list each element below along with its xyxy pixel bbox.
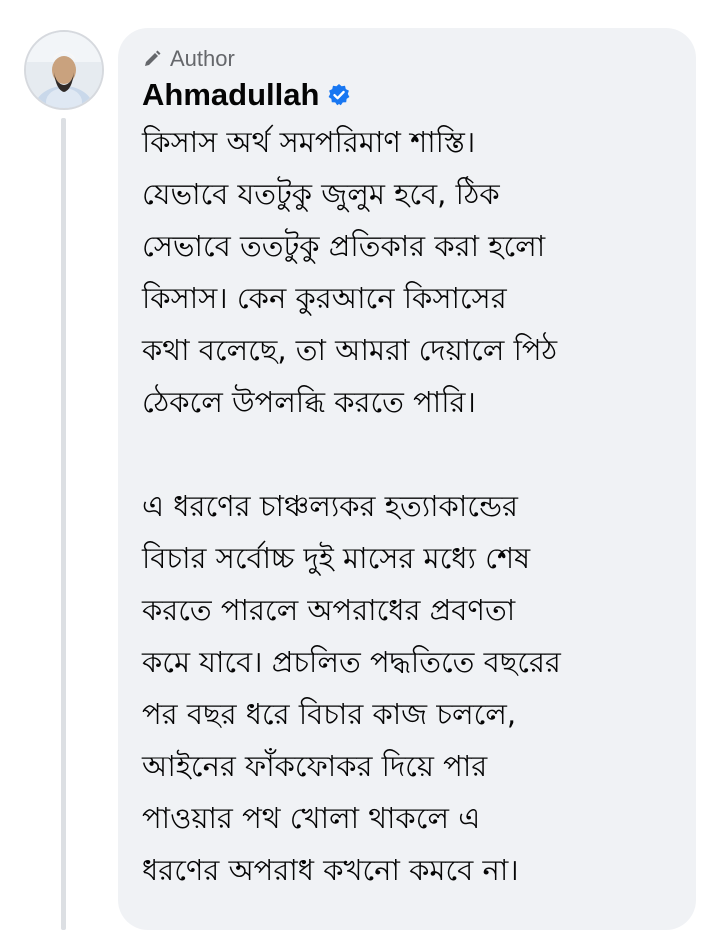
thread-line (61, 118, 66, 930)
avatar-photo (26, 32, 102, 108)
author-name[interactable]: Ahmadullah (142, 76, 319, 114)
pencil-icon (142, 49, 162, 69)
avatar[interactable] (24, 30, 104, 110)
comment-text: কিসাস অর্থ সমপরিমাণ শাস্তি। যেভাবে যতটুক… (142, 125, 561, 887)
author-badge: Author (142, 46, 674, 72)
comment-bubble: Author Ahmadullah কিসাস অর্থ সমপরিমাণ শা… (118, 28, 696, 930)
verified-badge-icon (327, 83, 351, 107)
author-row: Ahmadullah (142, 76, 674, 114)
author-badge-label: Author (170, 46, 235, 71)
